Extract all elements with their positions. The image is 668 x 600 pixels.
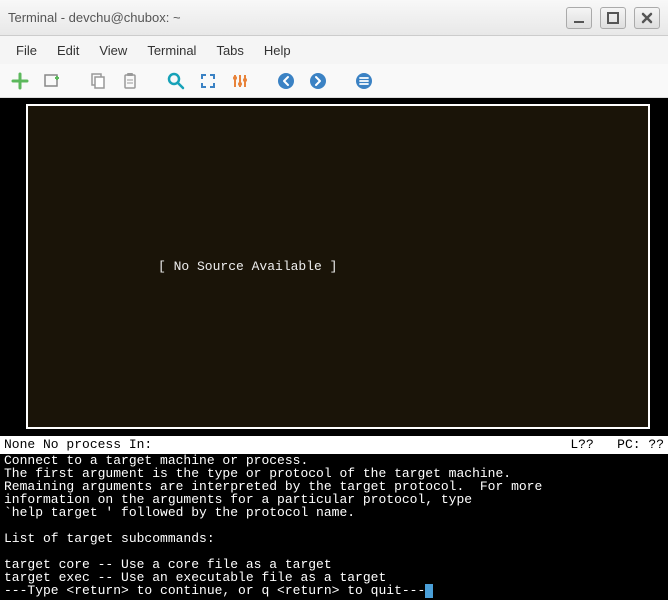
menu-view[interactable]: View (89, 39, 137, 62)
dropdown-menu-button[interactable] (350, 67, 378, 95)
search-icon (167, 72, 185, 90)
status-right: L?? PC: ?? (570, 437, 664, 453)
status-left: None No process In: (4, 437, 570, 453)
close-icon (640, 11, 654, 25)
toolbar (0, 64, 668, 98)
close-button[interactable] (634, 7, 660, 29)
preferences-button[interactable] (226, 67, 254, 95)
copy-icon (89, 72, 107, 90)
go-next-icon (309, 72, 327, 90)
menu-file[interactable]: File (6, 39, 47, 62)
no-source-message: [ No Source Available ] (158, 259, 337, 274)
copy-button[interactable] (84, 67, 112, 95)
go-previous-icon (277, 72, 295, 90)
source-pane: [ No Source Available ] (26, 104, 650, 429)
menu-help[interactable]: Help (254, 39, 301, 62)
cursor (425, 584, 433, 598)
menu-edit[interactable]: Edit (47, 39, 89, 62)
go-next-button[interactable] (304, 67, 332, 95)
menubar: File Edit View Terminal Tabs Help (0, 36, 668, 64)
status-line: None No process In: L?? PC: ?? (0, 436, 668, 454)
titlebar: Terminal - devchu@chubox: ~ (0, 0, 668, 36)
paste-button[interactable] (116, 67, 144, 95)
paste-icon (121, 72, 139, 90)
menu-terminal[interactable]: Terminal (137, 39, 206, 62)
menu-icon (355, 72, 373, 90)
gdb-output: Connect to a target machine or process. … (4, 454, 664, 596)
gdb-line: ---Type <return> to continue, or q <retu… (4, 583, 425, 598)
terminal-area[interactable]: [ No Source Available ] None No process … (0, 98, 668, 600)
gdb-line: List of target subcommands: (4, 531, 215, 546)
fullscreen-button[interactable] (194, 67, 222, 95)
go-previous-button[interactable] (272, 67, 300, 95)
minimize-button[interactable] (566, 7, 592, 29)
gdb-line: `help target ' followed by the protocol … (4, 505, 355, 520)
new-window-button[interactable] (38, 67, 66, 95)
search-button[interactable] (162, 67, 190, 95)
fullscreen-icon (199, 72, 217, 90)
preferences-icon (231, 72, 249, 90)
minimize-icon (572, 11, 586, 25)
menu-tabs[interactable]: Tabs (206, 39, 253, 62)
window-controls (566, 7, 660, 29)
new-window-icon (43, 72, 61, 90)
new-tab-icon (11, 72, 29, 90)
new-tab-button[interactable] (6, 67, 34, 95)
window-title: Terminal - devchu@chubox: ~ (8, 10, 566, 25)
maximize-icon (606, 11, 620, 25)
maximize-button[interactable] (600, 7, 626, 29)
